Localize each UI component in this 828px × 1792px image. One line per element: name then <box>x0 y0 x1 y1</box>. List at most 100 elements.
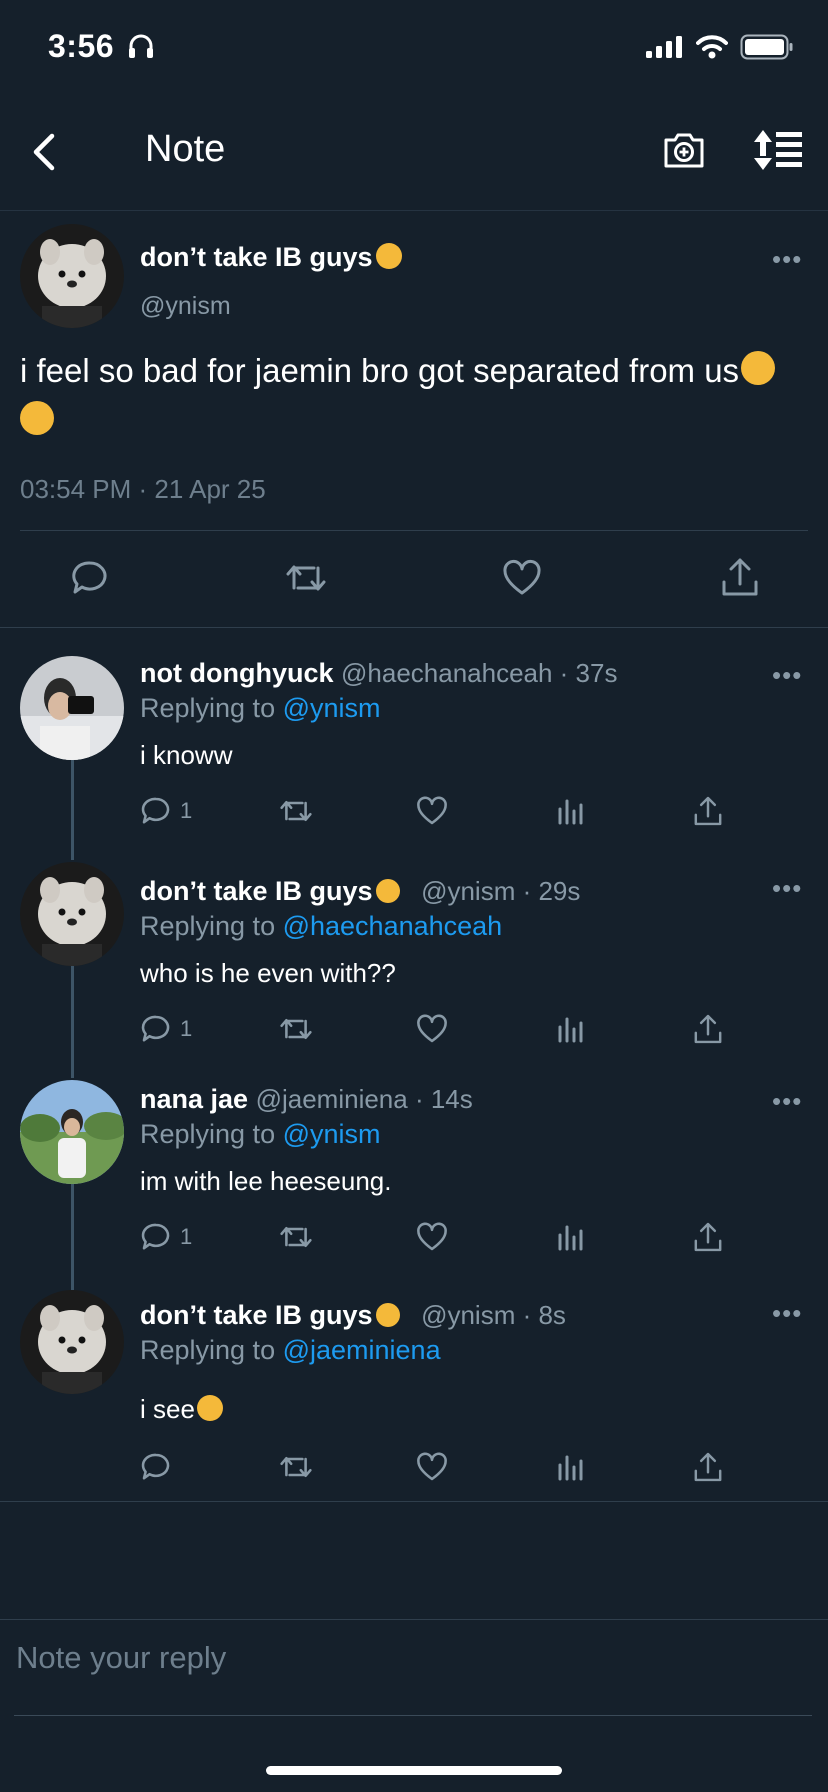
reply-icon <box>141 1223 170 1250</box>
avatar[interactable] <box>20 1080 124 1184</box>
avatar[interactable] <box>20 656 124 760</box>
share-icon <box>694 796 722 826</box>
share-icon <box>694 1014 722 1044</box>
reply-count: 1 <box>180 1224 193 1249</box>
wifi-icon <box>696 35 728 59</box>
battery-icon <box>740 34 793 60</box>
more-icon[interactable]: ••• <box>772 1086 802 1117</box>
more-icon[interactable]: ••• <box>772 244 802 275</box>
reply-author[interactable]: not donghyuck @haechanahceah · 37s <box>140 658 617 689</box>
share-icon <box>694 1452 722 1482</box>
analytics-button[interactable] <box>556 1223 586 1251</box>
reply-icon <box>141 1453 170 1480</box>
reply-author[interactable]: don’t take IB guys @ynism · 29s <box>140 876 580 907</box>
angry-face-emoji-icon <box>375 1303 400 1327</box>
replying-to-label: Replying to <box>140 693 283 723</box>
like-button[interactable] <box>416 1221 448 1253</box>
like-icon <box>417 796 447 825</box>
back-button[interactable] <box>24 130 68 174</box>
sort-icon <box>754 130 802 170</box>
page-title: Note <box>145 128 226 170</box>
replying-to-label: Replying to <box>140 911 283 941</box>
reply-author-name: nana jae <box>140 1084 249 1114</box>
back-arrow-icon <box>33 133 55 171</box>
share-button[interactable] <box>692 795 724 827</box>
reply-icon <box>141 1015 170 1042</box>
avatar[interactable] <box>20 224 124 328</box>
divider <box>0 1619 828 1620</box>
mention-link[interactable]: @ynism <box>283 1119 381 1149</box>
thread-line <box>71 966 74 1078</box>
retweet-icon <box>280 1018 312 1040</box>
avatar[interactable] <box>20 1290 124 1394</box>
reply-meta: @jaeminiena · 14s <box>255 1084 473 1114</box>
avatar-plush-image <box>20 1290 124 1394</box>
share-button[interactable] <box>720 556 760 598</box>
camera-button[interactable] <box>660 126 708 174</box>
share-icon <box>694 1222 722 1252</box>
share-button[interactable] <box>692 1451 724 1483</box>
retweet-button[interactable] <box>278 1013 314 1045</box>
like-button[interactable] <box>416 1451 448 1483</box>
like-button[interactable] <box>502 558 542 598</box>
reply-button[interactable] <box>70 558 110 598</box>
author-handle[interactable]: @ynism <box>140 292 231 321</box>
like-icon <box>417 1222 447 1251</box>
reply-text-body: i see <box>140 1394 195 1424</box>
avatar-selfie-image <box>20 656 124 760</box>
mention-link[interactable]: @ynism <box>283 693 381 723</box>
retweet-icon <box>280 1456 312 1478</box>
analytics-button[interactable] <box>556 1015 586 1043</box>
analytics-button[interactable] <box>556 797 586 825</box>
replying-to: Replying to @haechanahceah <box>140 911 502 942</box>
reply-button[interactable]: 1 <box>140 795 192 827</box>
mention-link[interactable]: @jaeminiena <box>283 1335 441 1365</box>
like-button[interactable] <box>416 795 448 827</box>
share-button[interactable] <box>692 1221 724 1253</box>
retweet-button[interactable] <box>278 1221 314 1253</box>
like-icon <box>503 560 541 595</box>
more-icon[interactable]: ••• <box>772 660 802 691</box>
more-icon[interactable]: ••• <box>772 1298 802 1329</box>
author-name[interactable]: don’t take IB guys <box>140 242 402 273</box>
retweet-button[interactable] <box>284 558 328 598</box>
reply-button[interactable]: 1 <box>140 1013 192 1045</box>
thread-line <box>71 760 74 860</box>
replying-to: Replying to @ynism <box>140 1119 381 1150</box>
retweet-button[interactable] <box>278 1451 314 1483</box>
reply-count: 1 <box>180 1016 193 1041</box>
angry-face-emoji-icon <box>375 879 400 903</box>
reply-author[interactable]: nana jae @jaeminiena · 14s <box>140 1084 473 1115</box>
thread-line <box>71 1184 74 1290</box>
reply-meta: @ynism · 8s <box>421 1300 566 1330</box>
reply-author[interactable]: don’t take IB guys @ynism · 8s <box>140 1300 566 1331</box>
headphones-icon <box>129 34 154 58</box>
retweet-button[interactable] <box>278 795 314 827</box>
reply-button[interactable] <box>140 1451 180 1483</box>
avatar-outdoor-image <box>20 1080 124 1184</box>
reply-text: who is he even with?? <box>140 958 396 988</box>
reply-button[interactable]: 1 <box>140 1221 192 1253</box>
reply-text: i see <box>140 1394 223 1425</box>
analytics-icon <box>558 1225 583 1251</box>
analytics-button[interactable] <box>556 1453 586 1481</box>
home-indicator[interactable] <box>266 1766 562 1775</box>
signal-icon <box>646 36 682 58</box>
divider <box>0 627 828 628</box>
crying-emoji-icon <box>741 351 776 385</box>
like-button[interactable] <box>416 1013 448 1045</box>
crying-emoji-icon <box>20 401 54 435</box>
tweet-text: i feel so bad for jaemin bro got separat… <box>20 346 810 446</box>
avatar[interactable] <box>20 862 124 966</box>
reply-meta: @haechanahceah · 37s <box>341 658 618 688</box>
reply-input[interactable]: Note your reply <box>16 1640 226 1676</box>
mention-link[interactable]: @haechanahceah <box>283 911 503 941</box>
reply-icon <box>141 797 170 824</box>
retweet-icon <box>280 800 312 822</box>
analytics-icon <box>558 1455 583 1481</box>
more-icon[interactable]: ••• <box>772 873 802 904</box>
reply-text: i knoww <box>140 740 233 770</box>
sort-button[interactable] <box>752 126 804 174</box>
share-button[interactable] <box>692 1013 724 1045</box>
grimacing-emoji-icon <box>196 1395 223 1421</box>
